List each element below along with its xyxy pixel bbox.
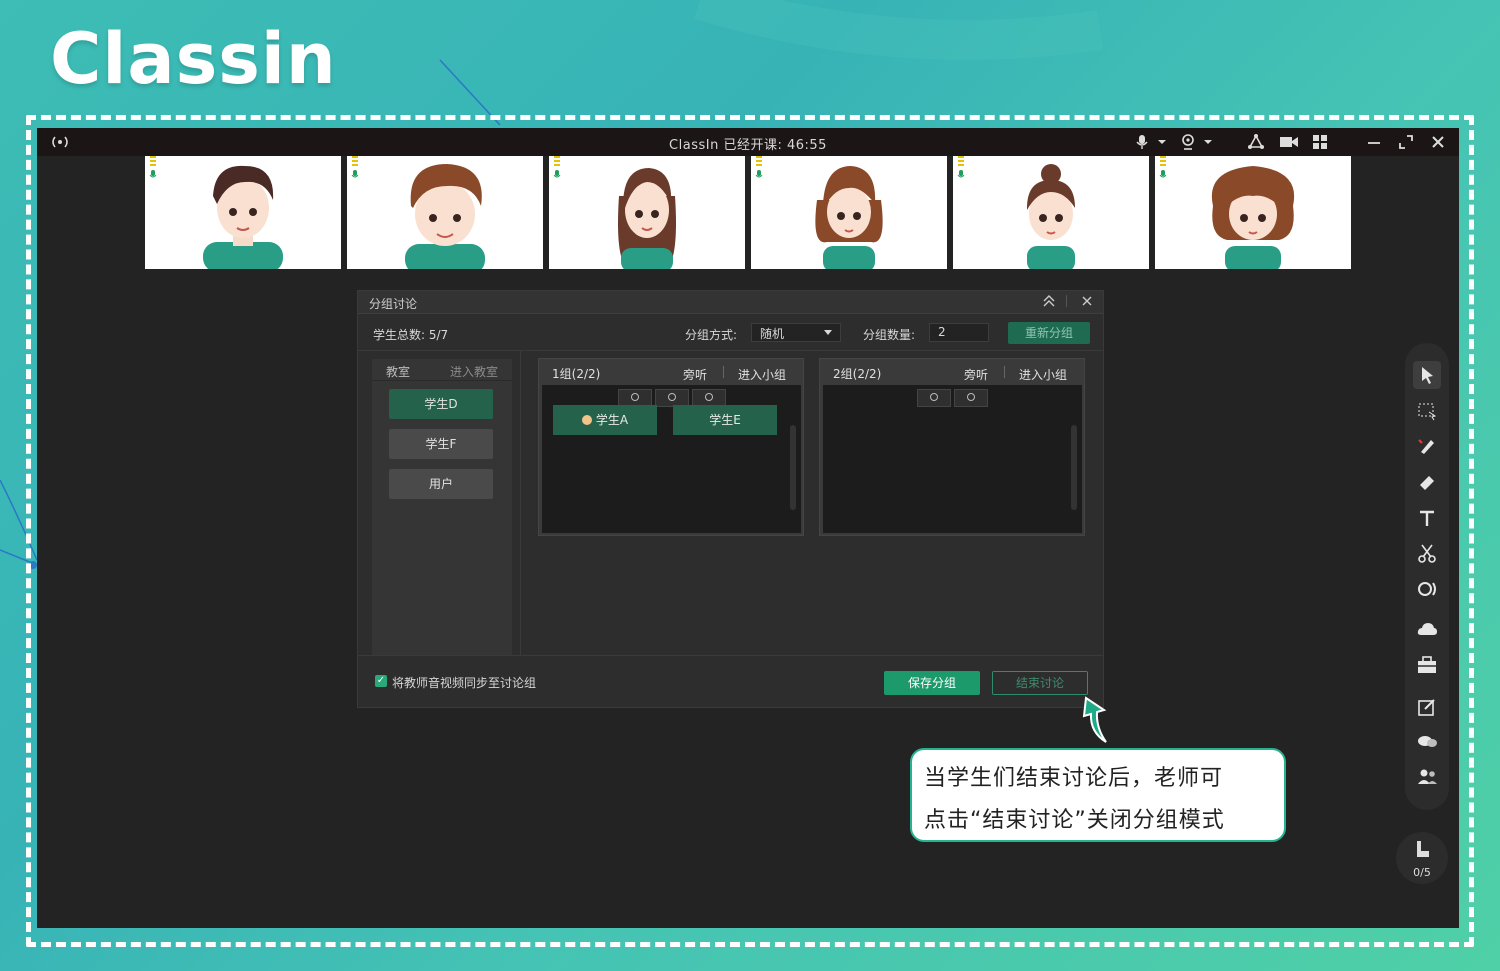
callout-line-2: 点击“结束讨论”关闭分组模式 [924,808,1225,833]
listen-button[interactable]: 旁听 [964,366,988,383]
dialog-settings-row: 学生总数: 5/7 分组方式: 随机 分组数量: 2 重新分组 [358,315,1103,351]
group-count-label: 分组数量: [863,328,916,342]
end-discussion-button[interactable]: 结束讨论 [992,671,1088,695]
network-icon[interactable] [1247,133,1265,151]
hand-count: 0/5 [1413,866,1431,879]
video-tile[interactable] [751,156,947,269]
video-tile[interactable] [347,156,543,269]
dialog-title: 分组讨论 [369,297,418,311]
member-name: 学生A [595,413,629,427]
listen-button[interactable]: 旁听 [683,366,707,383]
group-screen-preview: 学生A 学生E [542,385,801,533]
cloud-icon[interactable] [1413,615,1441,643]
save-group-button[interactable]: 保存分组 [884,671,980,695]
video-tile[interactable] [549,156,745,269]
group-card-1[interactable]: 1组(2/2) 旁听 进入小组 学生A 学生E [538,358,804,536]
mini-toolbar [790,425,796,510]
group-member-chip[interactable]: 学生E [673,405,777,435]
video-tile[interactable] [145,156,341,269]
header-divider [1004,366,1005,378]
group-card-2[interactable]: 2组(2/2) 旁听 进入小组 [819,358,1085,536]
title-bar: ClassIn 已经开课: 46:55 [37,128,1459,156]
raise-hand-button[interactable]: 0/5 [1396,832,1448,884]
callout-line-1: 当学生们结束讨论后，老师可 [924,766,1224,791]
student-total-label: 学生总数: 5/7 [373,328,449,342]
header-divider [1066,295,1067,307]
group-mode-select[interactable]: 随机 [751,323,841,342]
window-title: ClassIn 已经开课: 46:55 [669,138,827,153]
mic-dropdown-icon[interactable] [1153,133,1171,151]
eraser-tool-icon[interactable] [1413,468,1441,496]
collapse-icon[interactable] [1042,293,1056,313]
selection-tool-icon[interactable] [1413,397,1441,425]
header-divider [723,366,724,378]
classroom-title: 教室 [386,365,411,379]
shape-tool-icon[interactable] [1413,575,1441,603]
classin-logo: Classin [50,18,337,100]
dialog-header: 分组讨论 [358,291,1103,314]
panel-divider [520,351,521,655]
video-record-icon[interactable] [1279,133,1298,151]
group-count-input[interactable]: 2 [929,323,989,342]
microphone-icon[interactable] [1133,133,1151,151]
toolbox-icon[interactable] [1413,651,1441,679]
classroom-panel: 教室 进入教室 学生D 学生F 用户 [372,359,512,655]
dialog-close-icon[interactable] [1080,293,1094,313]
close-icon[interactable] [1429,133,1447,151]
group-card-header: 1组(2/2) 旁听 进入小组 [539,359,803,384]
chevron-down-icon [824,330,832,335]
group-mode-value: 随机 [760,327,785,341]
group-mode-label: 分组方式: [685,328,738,342]
mini-video-tile [954,389,988,407]
fullscreen-icon[interactable] [1397,133,1415,151]
scissors-icon[interactable] [1413,539,1441,567]
tip-callout: 当学生们结束讨论后，老师可 点击“结束讨论”关闭分组模式 [910,748,1286,842]
camera-dropdown-icon[interactable] [1199,133,1217,151]
enter-group-button[interactable]: 进入小组 [1019,366,1067,383]
pen-tool-icon[interactable] [1413,432,1441,460]
group-card-header: 2组(2/2) 旁听 进入小组 [820,359,1084,384]
raise-hand-icon [1417,841,1429,857]
camera-icon[interactable] [1179,133,1197,151]
regroup-button[interactable]: 重新分组 [1008,322,1090,344]
student-item[interactable]: 学生F [389,429,493,459]
members-icon[interactable] [1413,763,1441,791]
group-title: 1组(2/2) [552,367,601,381]
mini-video-tile [917,389,951,407]
sync-checkbox-label: 将教师音视频同步至讨论组 [392,676,537,690]
pointer-tool-icon[interactable] [1413,361,1441,389]
callout-arrow-icon [1082,696,1107,743]
student-item[interactable]: 用户 [389,469,493,499]
group-screen-preview [823,385,1082,533]
group-discussion-dialog: 分组讨论 学生总数: 5/7 分组方式: 随机 分组数量: 2 重新分组 教室 … [357,290,1104,708]
student-item[interactable]: 学生D [389,389,493,419]
classroom-panel-header: 教室 进入教室 [372,359,512,381]
minimize-icon[interactable] [1365,133,1383,151]
layout-grid-icon[interactable] [1311,133,1329,151]
text-tool-icon[interactable] [1413,504,1441,532]
avatar-icon [581,415,592,425]
enter-group-button[interactable]: 进入小组 [738,366,786,383]
group-member-chip[interactable]: 学生A [553,405,657,435]
edit-icon[interactable] [1413,693,1441,721]
video-tile[interactable] [1155,156,1351,269]
group-count-value: 2 [938,325,946,339]
mini-toolbar [1071,425,1077,510]
video-tile[interactable] [953,156,1149,269]
whiteboard-toolbar [1405,343,1449,810]
group-title: 2组(2/2) [833,367,882,381]
enter-classroom-link[interactable]: 进入教室 [450,363,498,380]
sync-checkbox[interactable]: ✓ [375,675,387,687]
footer-divider [358,655,1103,656]
chat-icon[interactable] [1413,728,1441,756]
